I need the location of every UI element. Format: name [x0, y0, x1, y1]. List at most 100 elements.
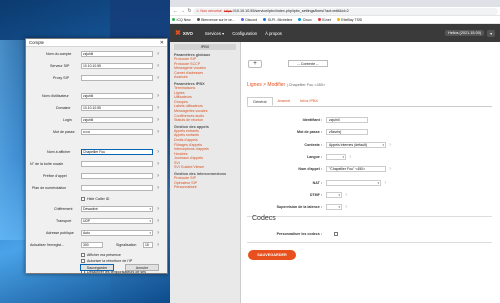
- menu-about[interactable]: À propos: [265, 31, 282, 36]
- help-icon: ?: [384, 180, 387, 185]
- breadcrumb: Lignes > Modifier | Chapellier Fou <450>: [247, 82, 325, 88]
- back-icon[interactable]: ←: [172, 8, 179, 14]
- custom-codecs-checkbox[interactable]: [334, 232, 338, 236]
- username-label: Nom d'utilisateur: [42, 94, 69, 98]
- public-address-value: Auto: [83, 231, 90, 235]
- dial-prefix-label: Préfixe d'appel: [43, 174, 67, 178]
- help-icon: ?: [157, 76, 159, 80]
- cancel-button[interactable]: Annuler: [125, 264, 159, 271]
- bookmark-item[interactable]: EtteBay TSSI: [336, 17, 363, 22]
- save-button-main[interactable]: SAUVEGARDER: [248, 250, 296, 260]
- tab-ipbx-info[interactable]: Infos IPBX: [295, 97, 323, 106]
- domain-field[interactable]: 10.10.10.55: [81, 105, 153, 111]
- caller-name-field[interactable]: "Chapellier Fou" <450>: [326, 166, 386, 172]
- bookmark-favicon-icon: [317, 18, 321, 21]
- bookmark-favicon-icon: [240, 18, 244, 21]
- forward-icon[interactable]: →: [179, 8, 186, 14]
- tab-general[interactable]: Général: [247, 97, 273, 106]
- identifier-label: Identifiant :: [302, 118, 322, 122]
- presence-checkbox[interactable]: [81, 253, 85, 257]
- bookmark-item[interactable]: SLPI- Micheline: [263, 18, 292, 22]
- save-button[interactable]: Sauvegarder: [80, 264, 114, 271]
- language-select[interactable]: ▾: [487, 29, 495, 37]
- latency-field[interactable]: ▾: [326, 204, 342, 210]
- transport-value: UDP: [83, 219, 91, 223]
- bookmark-item[interactable]: Cisco: [298, 18, 312, 22]
- reload-icon[interactable]: ↻: [186, 8, 193, 14]
- sip-server-field[interactable]: 10.10.10.55: [81, 63, 153, 69]
- line-password-field[interactable]: z5svrhrj: [326, 129, 368, 135]
- bookmark-item[interactable]: Discord: [240, 17, 258, 22]
- account-dialog: Compte ✕ Nom du compte zzjuhiii ? Serveu…: [25, 38, 168, 274]
- caller-name-label: Nom d'appel :: [298, 167, 322, 171]
- refresh-field[interactable]: 300: [81, 242, 103, 248]
- chevron-down-icon: ▾: [338, 205, 340, 209]
- password-field[interactable]: ••••••: [81, 129, 153, 135]
- dial-plan-label: Plan de numérotation: [32, 186, 67, 190]
- sidebar-link[interactable]: Statuts de réunion: [174, 118, 236, 123]
- nat-field[interactable]: ▾: [326, 180, 381, 186]
- sidebar-header: IPBX: [174, 44, 236, 50]
- section-divider: [247, 242, 492, 243]
- username-field[interactable]: zzjuhiii: [81, 93, 153, 99]
- bookmark-label: 01net: [322, 17, 331, 22]
- context-select[interactable]: -- Contexte --: [288, 60, 328, 67]
- app-brand: XIVO: [182, 30, 193, 36]
- hide-caller-id-label: Hide Caller ID: [87, 197, 110, 201]
- hide-caller-id-checkbox[interactable]: [81, 197, 85, 201]
- transport-label: Transport: [56, 219, 72, 223]
- sidebar-link[interactable]: Avancés: [174, 75, 236, 80]
- dial-prefix-field[interactable]: [81, 173, 153, 179]
- xivo-logo-icon: ✖: [175, 30, 181, 37]
- dial-plan-field[interactable]: [81, 185, 153, 191]
- display-name-field[interactable]: Chapellier Fou: [81, 149, 153, 155]
- transport-select[interactable]: UDP ▾: [81, 218, 153, 224]
- help-icon: ?: [157, 207, 159, 211]
- public-address-label: Adresse publique: [46, 231, 74, 235]
- browser-window: ← → ↻ ⚠ Non sécurisé https ://10.10.10.5…: [170, 0, 500, 303]
- public-address-select[interactable]: Auto ▾: [81, 230, 153, 236]
- signal-field[interactable]: 15: [143, 242, 153, 248]
- bookmark-item[interactable]: 01net: [317, 17, 331, 22]
- encryption-value: Désactivé: [83, 207, 98, 211]
- bookmark-label: Discord: [245, 17, 258, 22]
- help-icon: ?: [157, 243, 159, 247]
- dtmf-field[interactable]: ▾: [326, 192, 342, 198]
- login-label: Login: [63, 118, 72, 122]
- password-label: Mot de passe: [53, 130, 75, 134]
- identifier-field[interactable]: zzjuhiii: [326, 117, 368, 123]
- menu-configuration[interactable]: Configuration: [232, 31, 257, 36]
- context-field[interactable]: Appels internes (default) ▾: [326, 142, 386, 148]
- help-icon: ?: [157, 94, 159, 98]
- language-field[interactable]: ▾: [326, 154, 346, 160]
- ip-rewrite-checkbox[interactable]: [81, 259, 85, 263]
- bookmark-label: Bienvenue sur le ve...: [201, 17, 235, 22]
- close-icon[interactable]: ✕: [160, 40, 164, 46]
- sip-proxy-field[interactable]: [81, 75, 153, 81]
- chevron-down-icon: ▾: [149, 207, 151, 211]
- login-field[interactable]: zzjuhiii: [81, 117, 153, 123]
- bookmark-label: EtteBay TSSI: [341, 17, 363, 22]
- sip-server-label: Serveur SIP: [50, 64, 70, 68]
- account-name-field[interactable]: zzjuhiii: [81, 51, 153, 57]
- add-button[interactable]: +: [248, 60, 262, 68]
- encryption-select[interactable]: Désactivé ▾: [81, 206, 153, 212]
- sidebar-link[interactable]: SVI Guided Viewer: [174, 165, 236, 170]
- insecure-badge[interactable]: ⚠ Non sécurisé: [196, 9, 222, 13]
- sidebar-link[interactable]: Personnalisée: [174, 185, 236, 190]
- help-icon: ?: [157, 150, 159, 154]
- main-content: + -- Contexte -- Lignes > Modifier | Cha…: [244, 42, 500, 303]
- address-bar[interactable]: ⚠ Non sécurisé https ://10.10.10.55/serv…: [193, 7, 498, 15]
- help-icon: ?: [345, 204, 348, 209]
- codecs-heading: Codecs: [252, 215, 276, 222]
- tab-advanced[interactable]: Avancé: [273, 97, 296, 106]
- status-badge: Helios (2021.15.00): [444, 30, 485, 36]
- help-icon: ?: [157, 231, 159, 235]
- breadcrumb-path: Lignes > Modifier: [247, 82, 286, 88]
- custom-codecs-label: Personnaliser les codecs :: [276, 232, 322, 236]
- bookmark-item[interactable]: Bienvenue sur le ve...: [196, 17, 235, 22]
- menu-services[interactable]: Services ▾: [205, 31, 224, 36]
- sidebar-sections: Paramètres globaux Protocole SIP Protocole…: [174, 53, 236, 190]
- voicemail-field[interactable]: [81, 161, 153, 167]
- bookmark-item[interactable]: ICQ New: [172, 18, 191, 22]
